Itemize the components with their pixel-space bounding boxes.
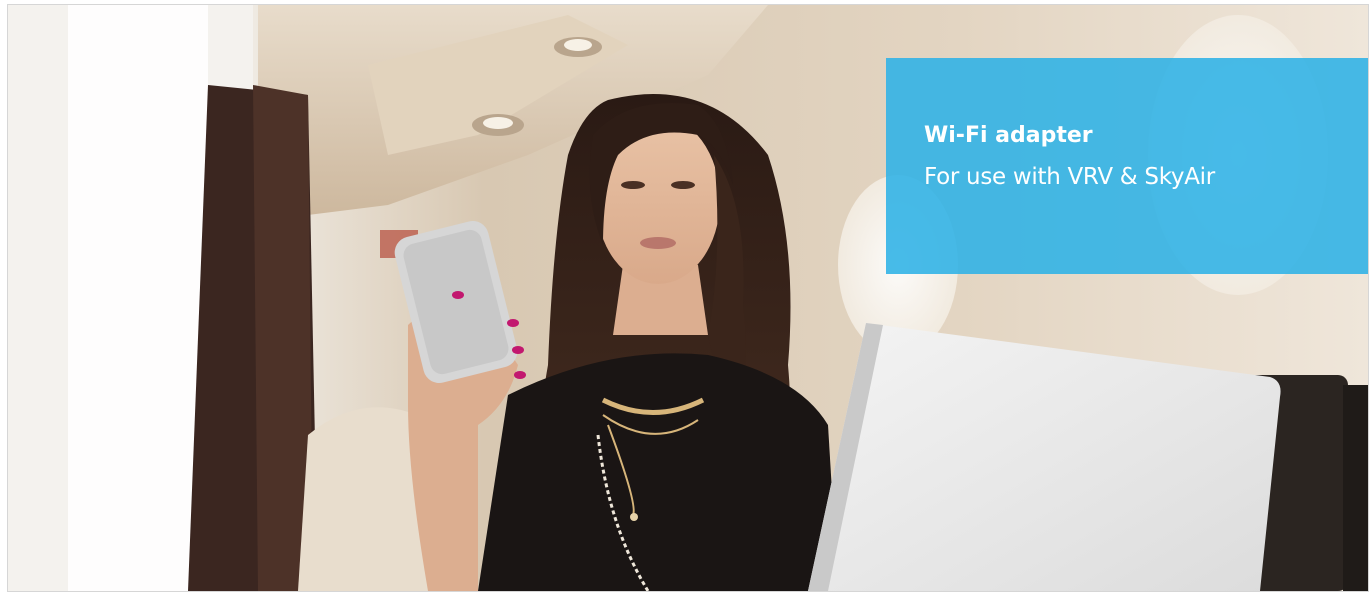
product-title: Wi-Fi adapter (924, 123, 1093, 148)
product-subtitle: For use with VRV & SkyAir (924, 164, 1215, 190)
hero-banner: Wi-Fi adapter For use with VRV & SkyAir (7, 4, 1369, 592)
product-info-box: Wi-Fi adapter For use with VRV & SkyAir (886, 58, 1368, 274)
